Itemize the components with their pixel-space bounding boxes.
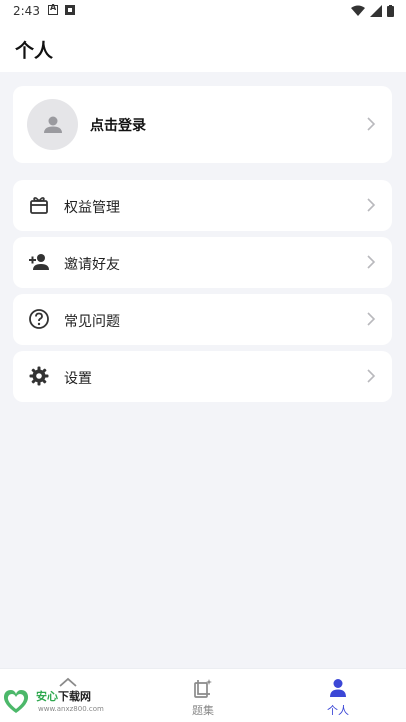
tab-personal[interactable]: 个人 <box>270 669 406 722</box>
chevron-right-icon <box>367 369 376 383</box>
menu-item-label: 设置 <box>64 371 92 387</box>
menu-item-benefits[interactable]: 权益管理 <box>13 180 392 231</box>
status-notifications <box>48 3 75 15</box>
battery-icon <box>387 5 394 17</box>
chevron-right-icon <box>367 117 376 131</box>
signal-icon <box>370 5 382 17</box>
gift-icon <box>30 197 48 214</box>
status-time: 2:43 <box>13 4 40 18</box>
tab-question-set[interactable]: 题集 <box>135 669 271 722</box>
notification-screen-icon <box>65 5 75 15</box>
chevron-right-icon <box>367 255 376 269</box>
person-icon <box>330 679 346 697</box>
menu-item-label: 常见问题 <box>64 314 120 330</box>
add-person-icon <box>29 254 49 270</box>
heart-logo-icon <box>3 690 29 713</box>
question-set-icon <box>194 679 212 698</box>
app-header: 个人 <box>0 24 406 72</box>
chevron-right-icon <box>367 198 376 212</box>
menu-item-label: 权益管理 <box>64 200 120 216</box>
watermark: 安心下载网 www.anxz800.com <box>0 684 110 721</box>
login-card[interactable]: 点击登录 <box>13 86 392 163</box>
tab-label: 题集 <box>192 704 214 717</box>
chevron-right-icon <box>367 312 376 326</box>
tab-label: 个人 <box>327 704 349 717</box>
menu-item-faq[interactable]: 常见问题 <box>13 294 392 345</box>
watermark-url: www.anxz800.com <box>38 705 104 713</box>
avatar <box>27 99 78 150</box>
status-bar: 2:43 <box>0 0 406 24</box>
menu-item-invite-friends[interactable]: 邀请好友 <box>13 237 392 288</box>
wifi-icon <box>351 5 365 16</box>
person-placeholder-icon <box>43 116 62 133</box>
question-icon <box>29 309 49 329</box>
login-label: 点击登录 <box>90 118 146 134</box>
notification-a-icon <box>48 3 58 15</box>
menu-item-settings[interactable]: 设置 <box>13 351 392 402</box>
watermark-name: 安心下载网 <box>36 690 91 703</box>
page-title: 个人 <box>15 40 54 62</box>
menu-item-label: 邀请好友 <box>64 257 120 273</box>
gear-icon <box>29 366 49 386</box>
status-system-icons <box>351 5 394 17</box>
